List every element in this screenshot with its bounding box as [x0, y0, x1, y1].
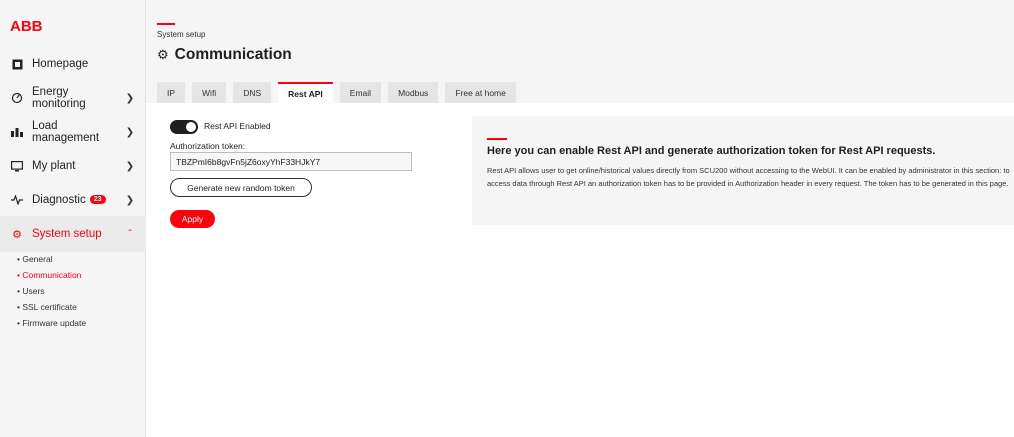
sidebar-item-label: Diagnostic 23: [32, 194, 120, 206]
subitem-firmware-update[interactable]: • Firmware update: [17, 318, 86, 328]
tab-wifi[interactable]: Wifi: [192, 82, 227, 103]
generate-token-button[interactable]: Generate new random token: [170, 178, 312, 197]
energy-icon: [10, 91, 24, 105]
abb-logo[interactable]: ABB: [10, 18, 50, 34]
chevron-down-icon[interactable]: ❯: [120, 195, 140, 206]
sidebar-item-label: Homepage: [32, 58, 89, 70]
sidebar-item-label: System setup: [32, 228, 102, 240]
subitem-general[interactable]: • General: [17, 254, 53, 264]
subitem-users[interactable]: • Users: [17, 286, 45, 296]
gear-icon: ⚙: [157, 47, 169, 62]
page-title-text: Communication: [174, 46, 292, 63]
authorization-token-field[interactable]: [170, 152, 412, 171]
token-label: Authorization token:: [170, 141, 246, 151]
chevron-down-icon[interactable]: ❯: [120, 93, 140, 104]
info-panel: Here you can enable Rest API and generat…: [472, 116, 1014, 225]
sidebar-item-label-text: Diagnostic: [32, 194, 86, 206]
sidebar-item-load-management[interactable]: Load management ❯: [0, 114, 146, 150]
tab-modbus[interactable]: Modbus: [388, 82, 439, 103]
sidebar-item-my-plant[interactable]: My plant ❯: [0, 148, 146, 184]
chevron-down-icon[interactable]: ❯: [120, 127, 140, 138]
chevron-down-icon[interactable]: ❯: [120, 161, 140, 172]
tab-rest-api[interactable]: Rest API: [278, 82, 333, 103]
notification-badge: 23: [89, 195, 106, 205]
subitem-communication[interactable]: • Communication: [17, 270, 81, 280]
subitem-label: General: [22, 254, 53, 264]
sidebar-item-system-setup[interactable]: ⚙ System setup ˆ: [0, 216, 146, 252]
page-title: ⚙ Communication: [157, 46, 292, 64]
tab-ip[interactable]: IP: [157, 82, 186, 103]
apply-button[interactable]: Apply: [170, 210, 215, 228]
sidebar-item-diagnostic[interactable]: Diagnostic 23 ❯: [0, 182, 146, 218]
tab-email[interactable]: Email: [339, 82, 382, 103]
diagnostic-icon: [10, 193, 24, 207]
toggle-knob: [186, 122, 196, 132]
sidebar-item-homepage[interactable]: Homepage: [0, 46, 146, 82]
info-accent: [487, 138, 507, 140]
page-header: System setup ⚙ Communication IP Wifi DNS…: [146, 0, 1014, 103]
breadcrumb[interactable]: System setup: [157, 30, 205, 39]
tab-bar: IP Wifi DNS Rest API Email Modbus Free a…: [157, 82, 523, 103]
sidebar: ABB Homepage Energy monitoring ❯ Load ma…: [0, 0, 146, 437]
breadcrumb-accent: [157, 23, 175, 25]
svg-text:ABB: ABB: [10, 18, 43, 34]
subitem-ssl-certificate[interactable]: • SSL certificate: [17, 302, 77, 312]
home-icon: [10, 57, 24, 71]
sidebar-item-label: My plant: [32, 160, 76, 172]
gear-icon: ⚙: [12, 228, 22, 241]
subitem-label: SSL certificate: [22, 302, 77, 312]
plant-icon: [10, 159, 24, 173]
chevron-up-icon[interactable]: ˆ: [120, 229, 140, 240]
sidebar-item-label: Energy monitoring: [32, 86, 86, 110]
load-icon: [10, 125, 24, 139]
sidebar-item-energy-monitoring[interactable]: Energy monitoring ❯: [0, 80, 146, 116]
rest-api-toggle[interactable]: [170, 120, 198, 134]
info-title: Here you can enable Rest API and generat…: [487, 145, 936, 157]
tab-free-at-home[interactable]: Free at home: [445, 82, 516, 103]
rest-api-toggle-label: Rest API Enabled: [204, 121, 271, 131]
subitem-label: Communication: [22, 270, 82, 280]
main-content: System setup ⚙ Communication IP Wifi DNS…: [146, 0, 1014, 437]
tab-dns[interactable]: DNS: [233, 82, 272, 103]
info-text: Rest API allows user to get online/histo…: [487, 166, 1010, 188]
subitem-label: Firmware update: [22, 318, 87, 328]
subitem-label: Users: [22, 286, 45, 296]
sidebar-item-label: Load management: [32, 120, 100, 144]
